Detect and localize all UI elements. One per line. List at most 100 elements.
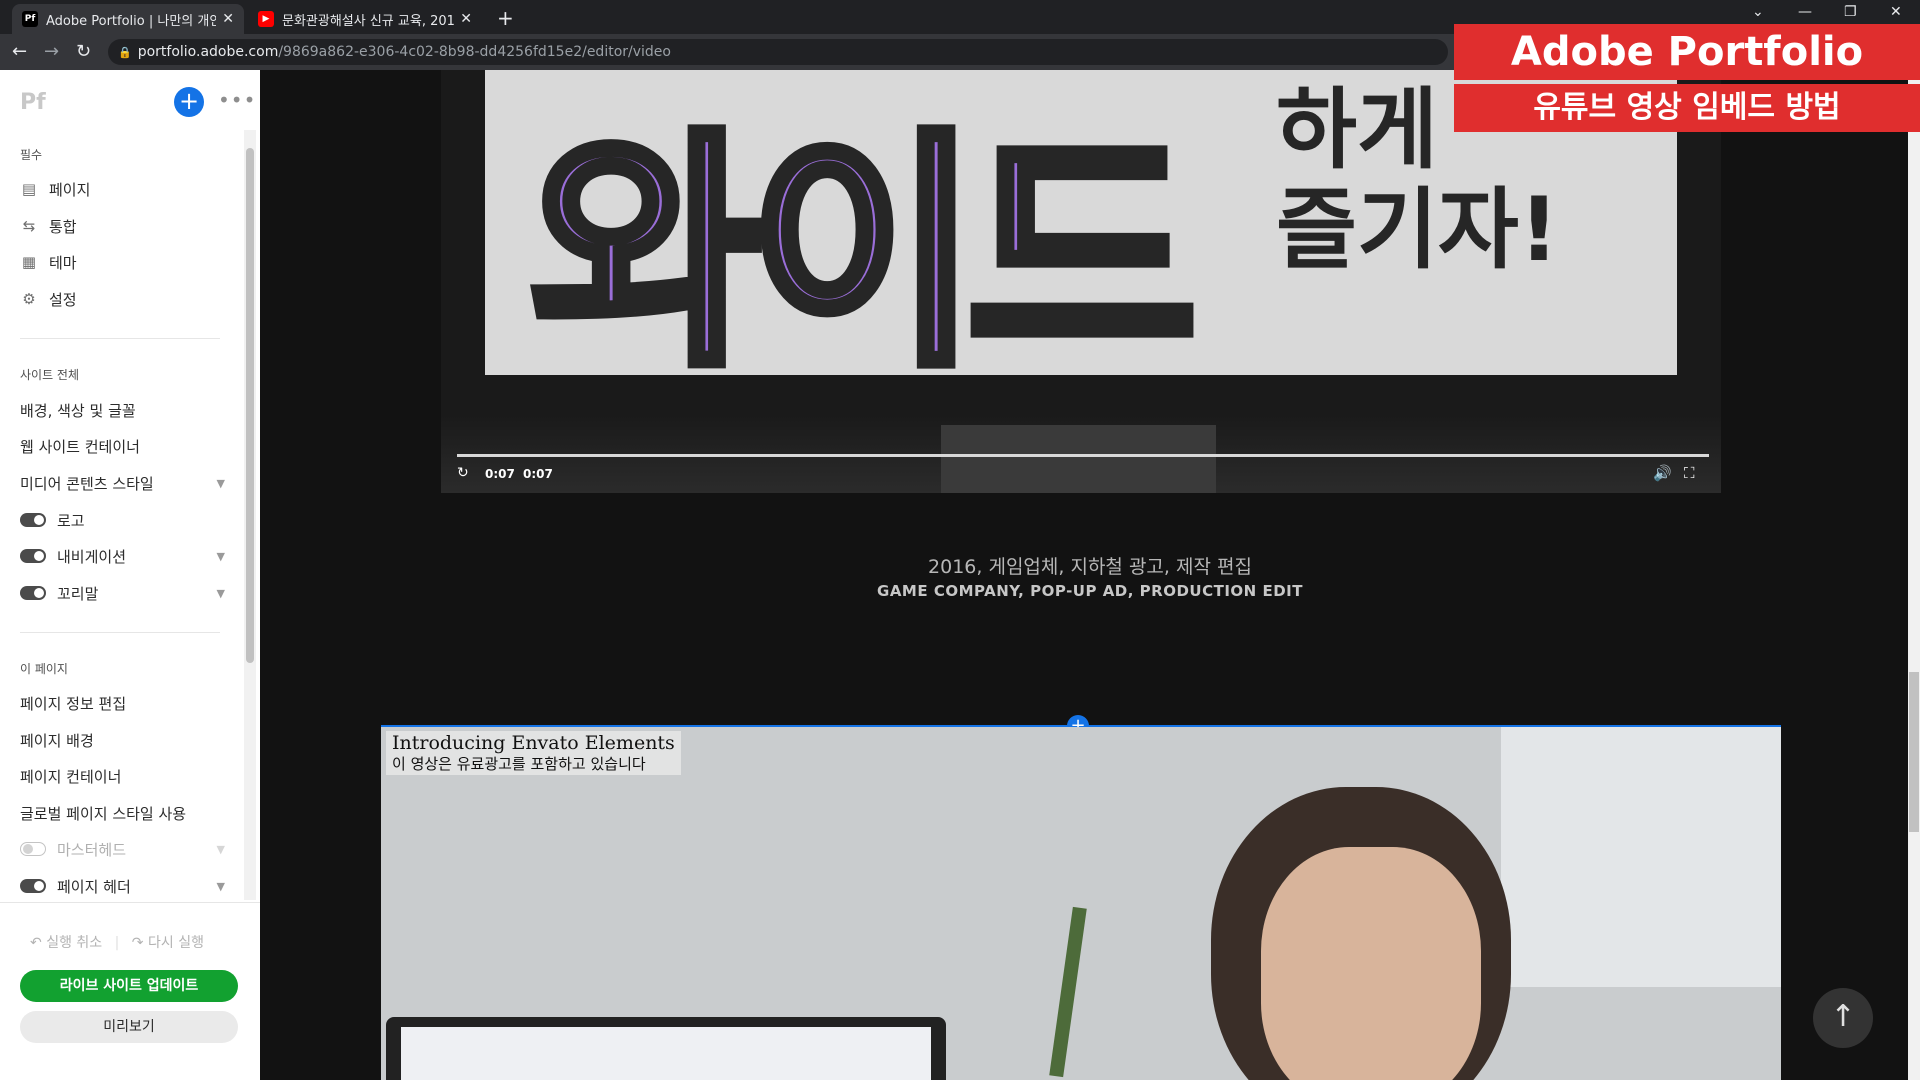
tab-close-icon[interactable]: ✕	[222, 11, 234, 27]
sidebar-item-label: 마스터헤드	[57, 840, 127, 859]
back-icon[interactable]: ←	[12, 41, 27, 62]
more-options-icon[interactable]: •••	[218, 88, 256, 112]
undo-button[interactable]: 실행 취소	[46, 935, 102, 951]
sidebar-item-footer[interactable]: 꼬리말 ▼	[20, 579, 225, 607]
sidebar-item-background-colors-fonts[interactable]: 배경, 색상 및 글꼴	[20, 396, 225, 424]
tab-close-icon[interactable]: ✕	[460, 11, 472, 27]
sidebar-item-label: 통합	[49, 217, 77, 236]
sidebar-item-label: 배경, 색상 및 글꼴	[20, 401, 136, 420]
window-backdrop	[1501, 727, 1781, 987]
sidebar-item-theme[interactable]: ▦ 테마	[20, 248, 225, 276]
sidebar-item-label: 페이지 컨테이너	[20, 767, 122, 786]
sidebar-item-label: 글로벌 페이지 스타일 사용	[20, 804, 187, 823]
sidebar-item-media-style[interactable]: 미디어 콘텐츠 스타일 ▼	[20, 469, 225, 497]
url-host: portfolio.adobe.com	[137, 44, 279, 60]
masthead-toggle[interactable]	[20, 842, 46, 856]
add-content-button[interactable]: +	[174, 87, 204, 117]
adobe-portfolio-favicon-icon: Pf	[22, 11, 38, 27]
caption-korean: 2016, 게임업체, 지하철 광고, 제작 편집	[928, 556, 1252, 578]
address-bar[interactable]: 🔒 portfolio.adobe.com/9869a862-e306-4c02…	[108, 39, 1448, 65]
sidebar-item-label: 설정	[49, 290, 77, 309]
sidebar-item-label: 웹 사이트 컨테이너	[20, 437, 140, 456]
fullscreen-icon[interactable]: ⛶	[1684, 464, 1695, 482]
person-face	[1261, 847, 1481, 1080]
page-canvas: 와이드 하게 즐기자! ↻ 0:07 0:07 🔊 ⛶ 2016, 게임업체, …	[260, 70, 1920, 1080]
redo-button[interactable]: 다시 실행	[148, 935, 204, 951]
sidebar-item-label: 테마	[49, 253, 77, 272]
minimize-icon[interactable]: —	[1798, 4, 1812, 20]
replay-icon[interactable]: ↻	[457, 465, 469, 481]
caption-english: GAME COMPANY, POP-UP AD, PRODUCTION EDIT	[877, 582, 1303, 600]
sidebar-item-masthead[interactable]: 마스터헤드 ▼	[20, 835, 225, 863]
tab-adobe-portfolio[interactable]: Pf Adobe Portfolio | 나만의 개인 포 ✕	[12, 4, 244, 34]
tab-youtube-video[interactable]: ▶ 문화관광해설사 신규 교육, 2019 ✕	[248, 4, 482, 34]
undo-icon: ↶	[30, 935, 42, 951]
overlay-subtitle: 유튜브 영상 임베드 방법	[1454, 84, 1920, 132]
update-live-site-button[interactable]: 라이브 사이트 업데이트	[20, 970, 238, 1002]
new-tab-icon[interactable]: +	[497, 6, 514, 30]
volume-icon[interactable]: 🔊	[1653, 464, 1672, 482]
video-text-line: 즐기자!	[1276, 178, 1560, 281]
portfolio-logo: Pf	[20, 90, 46, 115]
sidebar-item-label: 꼬리말	[57, 584, 99, 603]
video-text-large: 와이드	[526, 103, 1202, 404]
undo-redo-row: ↶ 실행 취소 | ↷ 다시 실행	[30, 932, 204, 952]
preview-button[interactable]: 미리보기	[20, 1011, 238, 1043]
total-time: 0:07	[523, 467, 553, 481]
sidebar-item-label: 내비게이션	[57, 547, 127, 566]
sidebar-item-settings[interactable]: ⚙ 설정	[20, 285, 225, 313]
sidebar-item-label: 페이지 정보 편집	[20, 694, 127, 713]
page-icon: ▤	[21, 180, 37, 198]
sidebar-item-page-container[interactable]: 페이지 컨테이너	[20, 762, 225, 790]
page-scrollbar[interactable]	[1908, 70, 1920, 1080]
overlay-title: Adobe Portfolio	[1454, 24, 1920, 80]
sidebar-scroll-thumb[interactable]	[246, 148, 254, 663]
section-title-this-page: 이 페이지	[20, 662, 68, 676]
sidebar-item-label: 미디어 콘텐츠 스타일	[20, 474, 154, 493]
url-path: /9869a862-e306-4c02-8b98-dd4256fd15e2/ed…	[278, 44, 671, 60]
sidebar-item-website-container[interactable]: 웹 사이트 컨테이너	[20, 432, 225, 460]
sidebar-item-logo[interactable]: 로고	[20, 506, 225, 534]
sidebar-item-integration[interactable]: ⇆ 통합	[20, 212, 225, 240]
plant-image	[1049, 906, 1087, 1078]
theme-icon: ▦	[21, 253, 37, 271]
youtube-icon: ▶	[258, 11, 274, 27]
reload-icon[interactable]: ↻	[76, 41, 91, 62]
gear-icon: ⚙	[22, 290, 36, 308]
video-embed-1[interactable]: 와이드 하게 즐기자! ↻ 0:07 0:07 🔊 ⛶	[441, 70, 1721, 493]
tab-title: 문화관광해설사 신규 교육, 2019	[282, 13, 455, 29]
section-title-required: 필수	[20, 148, 43, 162]
tab-title: Adobe Portfolio | 나만의 개인 포	[46, 13, 217, 29]
forward-icon[interactable]: →	[44, 41, 59, 62]
footer-toggle[interactable]	[20, 586, 46, 600]
chevron-down-icon: ▼	[216, 842, 225, 856]
page-header-toggle[interactable]	[20, 879, 46, 893]
chevron-down-icon: ▼	[216, 549, 225, 563]
sidebar-item-page-background[interactable]: 페이지 배경	[20, 726, 225, 754]
tab-search-icon[interactable]: ⌄	[1752, 4, 1764, 20]
restore-icon[interactable]: ❐	[1844, 4, 1857, 20]
page-scroll-thumb[interactable]	[1909, 672, 1919, 832]
divider	[20, 338, 220, 339]
sidebar-item-page-header[interactable]: 페이지 헤더 ▼	[20, 872, 225, 900]
integration-icon: ⇆	[22, 217, 36, 235]
sidebar-item-label: 페이지 헤더	[57, 877, 131, 896]
video-title: Introducing Envato Elements	[392, 732, 675, 754]
monitor-screen	[401, 1027, 931, 1080]
video-embed-2[interactable]: Introducing Envato Elements 이 영상은 유료광고를 …	[381, 727, 1781, 1080]
window-close-icon[interactable]: ✕	[1890, 4, 1902, 20]
chevron-down-icon: ▼	[216, 476, 225, 490]
sidebar-item-navigation[interactable]: 내비게이션 ▼	[20, 542, 225, 570]
redo-icon: ↷	[131, 935, 144, 951]
navigation-toggle[interactable]	[20, 549, 46, 563]
sidebar-item-pages[interactable]: ▤ 페이지	[20, 175, 225, 203]
video-progress-bar[interactable]	[457, 454, 1709, 457]
logo-toggle[interactable]	[20, 513, 46, 527]
sidebar-item-edit-page-info[interactable]: 페이지 정보 편집	[20, 689, 225, 717]
chevron-down-icon: ▼	[216, 879, 225, 893]
scroll-to-top-button[interactable]: ↑	[1813, 988, 1873, 1048]
sidebar-item-global-page-style[interactable]: 글로벌 페이지 스타일 사용	[20, 799, 225, 827]
sidebar-item-label: 페이지 배경	[20, 731, 94, 750]
divider	[0, 902, 260, 903]
monitor-stand	[941, 425, 1216, 493]
